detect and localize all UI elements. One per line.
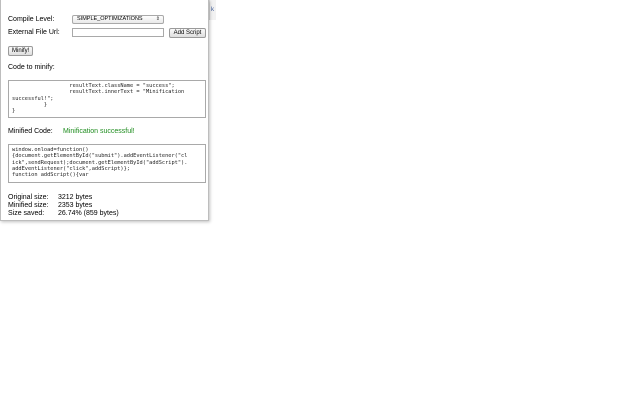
external-url-label: External File Url: xyxy=(8,29,60,36)
code-to-minify-heading: Code to minify: xyxy=(8,64,55,71)
compile-level-label: Compile Level: xyxy=(8,16,55,23)
minify-button[interactable]: Minify! xyxy=(8,46,33,56)
minified-code-label: Minified Code: xyxy=(8,128,53,135)
code-input-textarea[interactable]: resultText.className = "success"; result… xyxy=(8,80,206,118)
background-page-edge: k xyxy=(209,0,216,20)
background-page-text: k xyxy=(211,7,214,13)
compile-level-value: SIMPLE_OPTIMIZATIONS xyxy=(77,16,143,22)
minified-code-output[interactable]: window.onload=function() {document.getEl… xyxy=(8,144,206,183)
external-url-input[interactable] xyxy=(72,28,164,37)
compile-level-select[interactable]: SIMPLE_OPTIMIZATIONS ⇕ xyxy=(72,15,164,24)
select-arrows-icon: ⇕ xyxy=(155,16,160,22)
minification-status: Minification successful! xyxy=(63,128,135,135)
minified-size-label: Minified size: xyxy=(8,202,49,209)
minifier-popup: Compile Level: SIMPLE_OPTIMIZATIONS ⇕ Ex… xyxy=(0,0,209,221)
original-size-label: Original size: xyxy=(8,194,49,201)
size-saved-value: 26.74% (859 bytes) xyxy=(58,210,119,217)
size-saved-label: Size saved: xyxy=(8,210,45,217)
minified-size-value: 2353 bytes xyxy=(58,202,93,209)
add-script-button[interactable]: Add Script xyxy=(169,28,206,38)
original-size-value: 3212 bytes xyxy=(58,194,93,201)
